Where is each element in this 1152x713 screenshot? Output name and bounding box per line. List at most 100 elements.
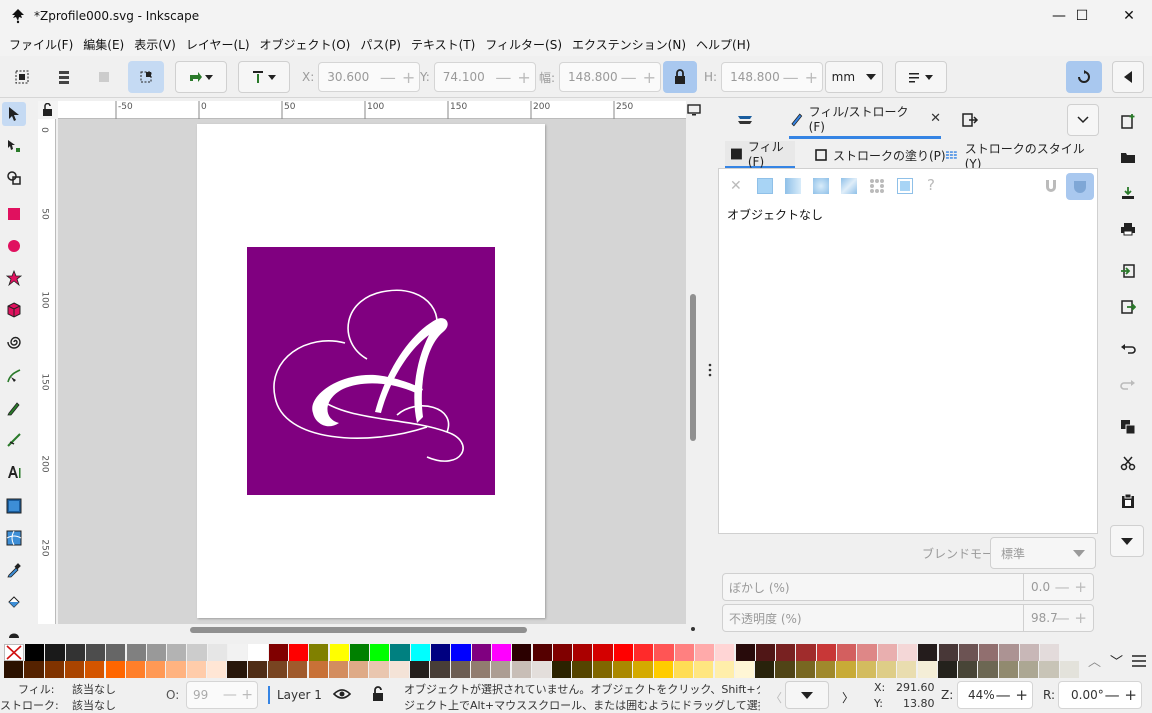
rotation-stepper[interactable]: — + [1105,686,1137,704]
layer-visibility-toggle[interactable] [332,687,352,703]
opacity-stepper[interactable]: — + [1055,609,1087,627]
fill-rule-evenodd-button[interactable] [1043,178,1059,194]
shape-builder-tool[interactable] [2,166,26,190]
palette-swatch[interactable] [431,644,451,661]
tab-layers[interactable] [717,101,773,139]
palette-swatch[interactable] [186,661,206,678]
radial-gradient-icon[interactable] [813,178,829,194]
palette-swatch[interactable] [714,661,734,678]
select-all-button[interactable] [8,61,36,93]
close-tab-icon[interactable]: ✕ [930,111,941,126]
palette-swatch[interactable] [451,644,471,661]
palette-swatch[interactable] [146,644,167,661]
palette-swatch[interactable] [369,661,389,678]
palette-swatch[interactable] [106,644,126,661]
mesh-gradient-icon[interactable] [841,178,857,194]
palette-swatch[interactable] [470,661,491,678]
palette-swatch[interactable] [45,644,65,661]
palette-swatch[interactable] [673,661,694,678]
open-button[interactable] [1116,145,1140,169]
status-opacity-input[interactable]: 99 — + [186,681,258,709]
palette-swatch[interactable] [44,661,64,678]
status-dropdown-button[interactable] [785,681,829,709]
palette-swatch[interactable] [288,644,309,661]
width-stepper[interactable]: — + [621,63,656,91]
unknown-paint-icon[interactable]: ? [927,176,935,194]
transform-options-dropdown[interactable] [175,61,227,93]
menu-file[interactable]: ファイル(F) [4,36,78,53]
paste-button[interactable] [1116,489,1140,513]
palette-swatch[interactable] [876,661,897,678]
palette-swatch[interactable] [532,644,552,661]
lock-ratio-toggle[interactable] [663,61,697,93]
palette-swatch[interactable] [775,661,795,678]
palette-swatch[interactable] [471,644,491,661]
palette-swatch[interactable] [187,644,207,661]
palette-swatch[interactable] [613,644,633,661]
tab-export[interactable] [943,101,997,139]
monogram-logo-artwork[interactable] [247,247,495,495]
palette-swatch[interactable] [857,644,877,661]
print-button[interactable] [1116,217,1140,241]
tab-fill-stroke[interactable]: フィル/ストローク(F) ✕ [789,101,941,139]
rotation-input[interactable]: 0.00° — + [1058,681,1142,709]
zoom-input[interactable]: 44% — + [957,681,1033,709]
paint-bucket-tool[interactable] [2,590,26,614]
palette-swatch[interactable] [979,644,999,661]
palette-swatch[interactable] [1040,644,1060,661]
height-input[interactable]: 148.800— + [721,62,824,92]
swatch-icon[interactable] [897,178,913,194]
tabs-menu-button[interactable] [1067,104,1099,136]
palette-swatch[interactable] [228,644,248,661]
palette-swatch[interactable] [248,644,268,661]
y-stepper[interactable]: — + [495,63,530,91]
palette-swatch[interactable] [1039,661,1059,678]
palette-swatch[interactable] [755,661,775,678]
palette-swatch[interactable] [125,661,146,678]
chevron-up-icon[interactable]: ︿ [1088,651,1101,670]
palette-swatch[interactable] [166,661,186,678]
palette-swatch[interactable] [531,661,552,678]
palette-swatch[interactable] [776,644,796,661]
palette-swatch[interactable] [1059,661,1079,678]
dropper-tool[interactable] [2,558,26,582]
palette-swatch[interactable] [592,661,612,678]
chevron-left-icon[interactable]: 〈 [770,689,782,706]
palette-swatch[interactable] [816,661,836,678]
palette-swatch[interactable] [64,661,85,678]
palette-swatch[interactable] [755,644,776,661]
guide-lock-icon[interactable] [41,102,55,117]
more-commands-button[interactable] [1110,525,1144,557]
palette-swatch[interactable] [918,644,938,661]
subtab-fill[interactable]: フィル(F) [725,140,795,169]
palette-swatch[interactable] [430,661,450,678]
palette-swatch[interactable] [126,644,146,661]
palette-swatch[interactable] [552,661,572,678]
palette-swatch[interactable] [735,644,755,661]
palette-swatch[interactable] [897,644,918,661]
current-layer[interactable]: Layer 1 [277,688,322,702]
palette-swatch[interactable] [572,661,592,678]
cut-button[interactable] [1116,451,1140,475]
gradient-tool[interactable] [2,494,26,518]
align-options-dropdown[interactable] [238,61,290,93]
palette-swatch[interactable] [207,644,227,661]
palette-swatch[interactable] [25,644,45,661]
palette-swatch[interactable] [796,644,816,661]
palette-swatch[interactable] [836,661,856,678]
palette-swatch[interactable] [227,661,247,678]
menu-edit[interactable]: 編集(E) [78,36,129,53]
palette-swatch[interactable] [573,644,593,661]
blur-slider[interactable]: ぼかし (%) 0.0 — + [722,573,1094,601]
vertical-ruler[interactable]: 0 50 100 150 200 250 [38,119,56,624]
palette-swatch[interactable] [634,644,654,661]
palette-swatch[interactable] [511,661,531,678]
palette-swatch[interactable] [328,661,349,678]
palette-swatch[interactable] [816,644,836,661]
node-tool[interactable] [2,134,26,158]
snap-toggle[interactable] [1066,61,1102,93]
subtab-stroke-style[interactable]: ストロークのスタイル(Y) [945,141,1099,171]
ellipse-tool[interactable] [2,234,26,258]
palette-swatch[interactable] [1019,644,1039,661]
display-mode-button[interactable] [686,101,702,119]
